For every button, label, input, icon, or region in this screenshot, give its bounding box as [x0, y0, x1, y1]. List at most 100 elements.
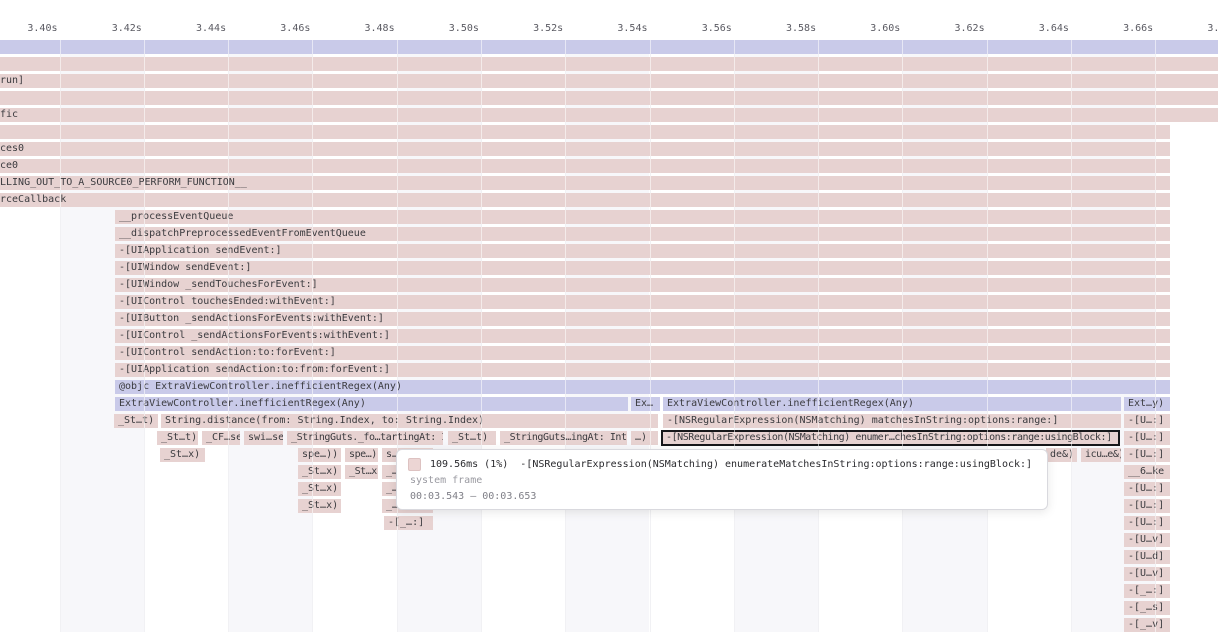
flame-bar[interactable]: -[UIApplication sendAction:to:from:forEv…	[115, 363, 1170, 377]
flame-bar-label: _StringGuts…ingAt: Int)	[500, 431, 627, 445]
flame-bar[interactable]: de&)	[1046, 448, 1077, 462]
flame-bar[interactable]: _St…x)	[345, 465, 378, 479]
flame-bar[interactable]: -[UIWindow sendEvent:]	[115, 261, 1170, 275]
flame-bar[interactable]: _StringGuts…ingAt: Int)	[500, 431, 627, 445]
time-tick-label: 3.64s	[1039, 23, 1069, 34]
flame-bar[interactable]: -[UIButton _sendActionsForEvents:withEve…	[115, 312, 1170, 326]
gridline-highlight	[1155, 40, 1156, 632]
gridline-highlight	[397, 40, 398, 632]
flame-bar[interactable]: icu…e&)	[1081, 448, 1121, 462]
flame-bar[interactable]: -[UIControl touchesEnded:withEvent:]	[115, 295, 1170, 309]
gridline-highlight	[312, 40, 313, 632]
flame-bar[interactable]: _StringGuts._fo…tartingAt: Int)	[287, 431, 443, 445]
flame-bar[interactable]: -[_…s]	[1124, 601, 1170, 615]
flame-bar[interactable]: -[_…v]	[1124, 618, 1170, 632]
flame-bar[interactable]: -[U…:]	[1124, 516, 1170, 530]
flame-bar-label: -[U…:]	[1124, 431, 1170, 445]
flame-bar[interactable]	[0, 40, 1218, 54]
flame-bar[interactable]: rceCallback	[0, 193, 1170, 207]
flame-bar[interactable]: -[_…:]	[1124, 584, 1170, 598]
flame-bar[interactable]: __dispatchPreprocessedEventFromEventQueu…	[115, 227, 1170, 241]
flame-bar-label: -[_…s]	[1124, 601, 1170, 615]
flame-bar[interactable]: spe…))	[345, 448, 378, 462]
flame-bar[interactable]: -[U…:]	[1124, 431, 1170, 445]
flame-bar-label: -[UIControl touchesEnded:withEvent:]	[115, 295, 1170, 309]
time-tick-label: 3.60s	[870, 23, 900, 34]
time-tick-label: 3.44s	[196, 23, 226, 34]
flame-bar[interactable]: -[U…d]	[1124, 550, 1170, 564]
flame-bar[interactable]: -[U…:]	[1124, 414, 1170, 428]
flame-bar-label: run]	[0, 74, 1218, 88]
flame-bar[interactable]: _St…x)	[298, 465, 341, 479]
flame-bar-label: -[U…v]	[1124, 567, 1170, 581]
flame-bar-label: _St…x)	[298, 499, 341, 513]
flame-bar[interactable]: …)	[631, 431, 658, 445]
flame-bar-label: spe…))	[298, 448, 341, 462]
flame-bar-label: -[UIApplication sendEvent:]	[115, 244, 1170, 258]
flame-bar[interactable]: _St…t)	[114, 414, 158, 428]
flame-bar-label: de&)	[1046, 448, 1077, 462]
flame-bar[interactable]: ExtraViewController.inefficientRegex(Any…	[663, 397, 1121, 411]
flame-bar[interactable]: _St…t)	[157, 431, 198, 445]
flame-bar-label: ces0	[0, 142, 1170, 156]
flame-bar-label: -[U…:]	[1124, 448, 1170, 462]
flame-bar[interactable]	[0, 125, 1170, 139]
flame-bar[interactable]: -[U…v]	[1124, 567, 1170, 581]
time-tick-label: 3.50s	[449, 23, 479, 34]
flame-bar[interactable]: _St…x)	[298, 482, 341, 496]
flame-bar[interactable]: swi…se	[244, 431, 283, 445]
flame-bar-label: …)	[631, 431, 658, 445]
gridline-highlight	[987, 40, 988, 632]
flame-bar[interactable]: -[U…:]	[1124, 448, 1170, 462]
flame-bar-label: ExtraViewController.inefficientRegex(Any…	[663, 397, 1121, 411]
flame-bar[interactable]: fic	[0, 108, 1218, 122]
flame-bar[interactable]: -[UIControl sendAction:to:forEvent:]	[115, 346, 1170, 360]
flame-bar[interactable]: spe…))	[298, 448, 341, 462]
flame-bar[interactable]: -[U…v]	[1124, 533, 1170, 547]
flame-bar[interactable]: _St…t)	[448, 431, 496, 445]
flame-bar[interactable]: @objc ExtraViewController.inefficientReg…	[115, 380, 1170, 394]
flame-bar-label: LLING_OUT_TO_A_SOURCE0_PERFORM_FUNCTION_…	[0, 176, 1170, 190]
flame-bar-label: ExtraViewController.inefficientRegex(Any…	[115, 397, 628, 411]
flame-bar[interactable]: Ext…y)	[1124, 397, 1170, 411]
time-tick-label: 3.40s	[27, 23, 57, 34]
flame-bar[interactable]: -[NSRegularExpression(NSMatching) matche…	[663, 414, 1121, 428]
gridline-highlight	[902, 40, 903, 632]
flame-bar[interactable]: -[U…:]	[1124, 482, 1170, 496]
flame-bar[interactable]: -[U…:]	[1124, 499, 1170, 513]
flame-bar[interactable]	[0, 91, 1218, 105]
flame-bar[interactable]: _St…x)	[298, 499, 341, 513]
flame-bar[interactable]: Ex…	[631, 397, 660, 411]
flame-bar-label: fic	[0, 108, 1218, 122]
flame-bar-label: -[NSRegularExpression(NSMatching) enumer…	[663, 432, 1118, 443]
flame-bar[interactable]: -[UIWindow _sendTouchesForEvent:]	[115, 278, 1170, 292]
flame-bar-label: -[U…:]	[1124, 516, 1170, 530]
gridline-highlight	[228, 40, 229, 632]
flame-bar[interactable]	[0, 57, 1218, 71]
flame-bar-label: -[UIControl sendAction:to:forEvent:]	[115, 346, 1170, 360]
flame-bar[interactable]: LLING_OUT_TO_A_SOURCE0_PERFORM_FUNCTION_…	[0, 176, 1170, 190]
flame-bar-label: _St…x)	[298, 482, 341, 496]
flame-bar-selected[interactable]: -[NSRegularExpression(NSMatching) enumer…	[661, 430, 1120, 446]
flame-bar[interactable]: __6…ke	[1124, 465, 1170, 479]
flame-bar[interactable]: String.distance(from: String.Index, to: …	[161, 414, 658, 428]
flame-bar[interactable]: __processEventQueue	[115, 210, 1170, 224]
flame-bar-label: -[NSRegularExpression(NSMatching) matche…	[663, 414, 1121, 428]
flame-bar[interactable]: -[UIControl _sendActionsForEvents:withEv…	[115, 329, 1170, 343]
flame-bar-label: -[_…v]	[1124, 618, 1170, 632]
flame-bar[interactable]: run]	[0, 74, 1218, 88]
flame-bar-label: spe…))	[345, 448, 378, 462]
time-tick-label: 3.48s	[364, 23, 394, 34]
flame-bar[interactable]: _CF…se	[202, 431, 240, 445]
flame-bar[interactable]: _St…x)	[160, 448, 205, 462]
time-tick-label: 3.52s	[533, 23, 563, 34]
flame-bar[interactable]: -[_…:]	[384, 516, 433, 530]
gridline-highlight	[818, 40, 819, 632]
flame-bar-label: __dispatchPreprocessedEventFromEventQueu…	[115, 227, 1170, 241]
flame-bar[interactable]: ces0	[0, 142, 1170, 156]
flame-bar[interactable]: ce0	[0, 159, 1170, 173]
flame-bar-label: swi…se	[244, 431, 283, 445]
flame-bar[interactable]: ExtraViewController.inefficientRegex(Any…	[115, 397, 628, 411]
flame-bar-label: _StringGuts._fo…tartingAt: Int)	[287, 431, 443, 445]
flame-bar[interactable]: -[UIApplication sendEvent:]	[115, 244, 1170, 258]
